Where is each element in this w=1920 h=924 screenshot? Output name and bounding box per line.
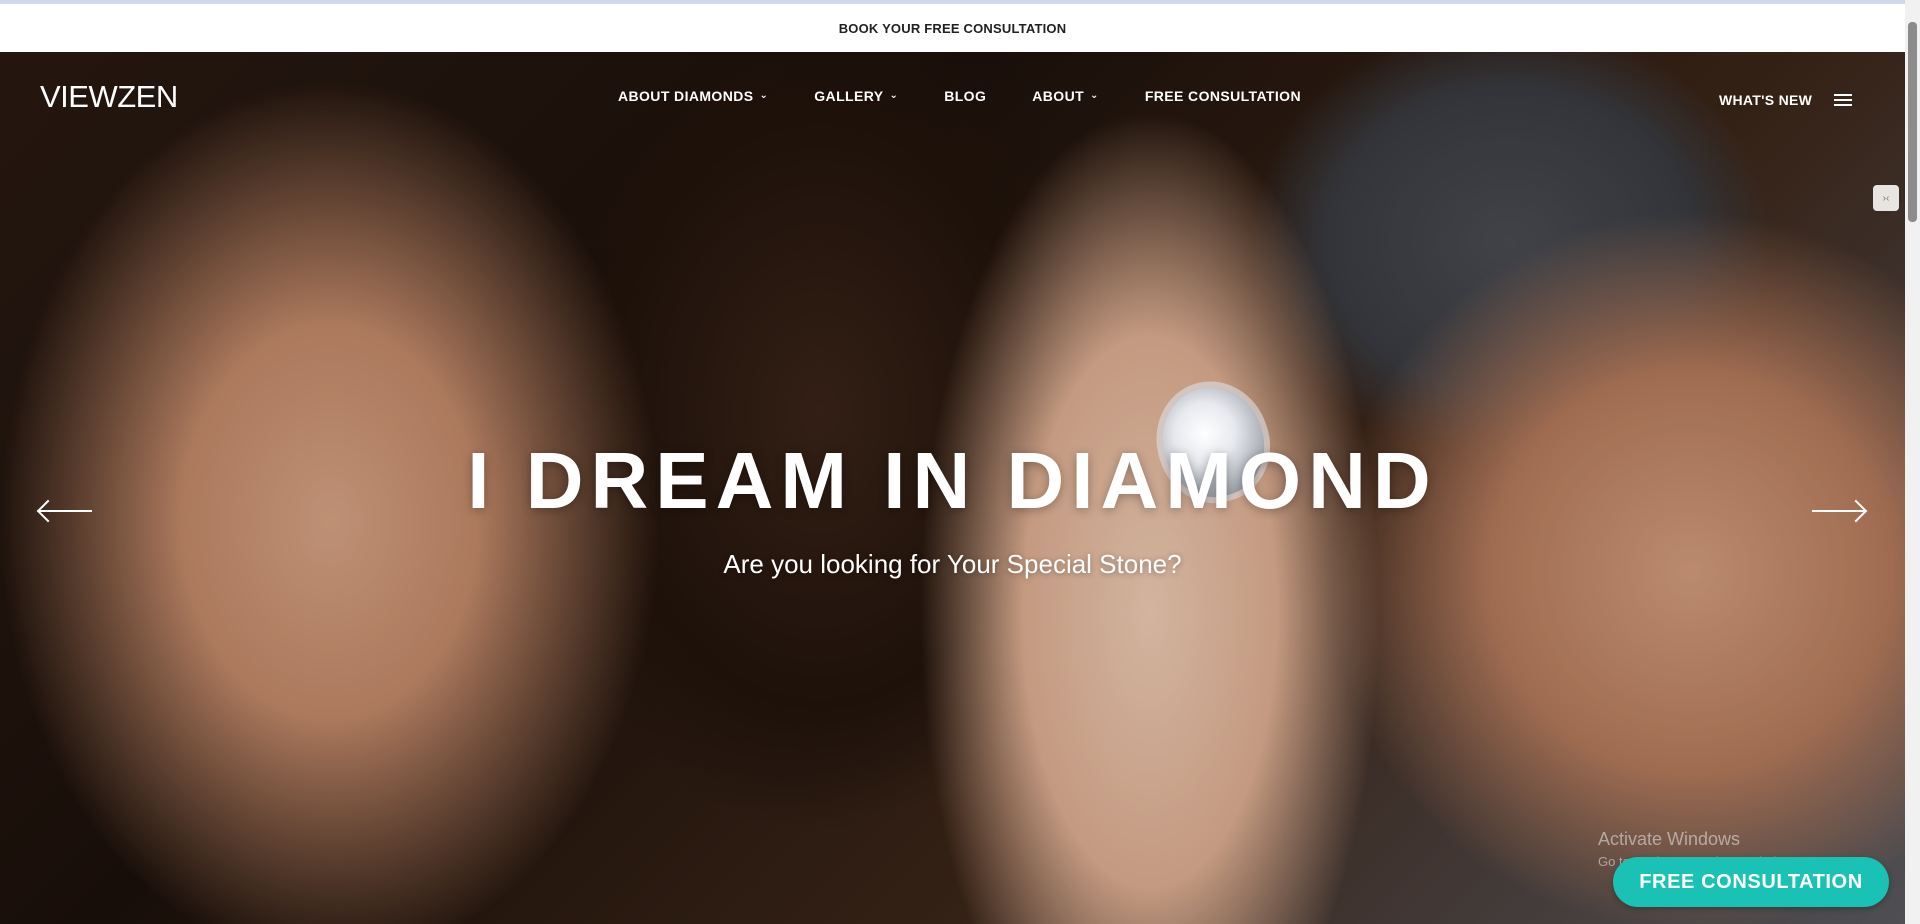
nav-item-label: ABOUT DIAMONDS — [618, 88, 754, 104]
book-consultation-link[interactable]: BOOK YOUR FREE CONSULTATION — [839, 21, 1067, 36]
announcement-bar: BOOK YOUR FREE CONSULTATION — [0, 4, 1905, 52]
nav-item-free-consultation[interactable]: FREE CONSULTATION — [1145, 88, 1301, 104]
nav-item-gallery[interactable]: GALLERY ⌄ — [814, 88, 898, 104]
chat-widget-icon[interactable]: ›‹ — [1873, 185, 1899, 211]
main-nav: ABOUT DIAMONDS ⌄ GALLERY ⌄ BLOG ABOUT ⌄ … — [618, 88, 1347, 104]
nav-item-label: BLOG — [944, 88, 987, 104]
nav-item-about-diamonds[interactable]: ABOUT DIAMONDS ⌄ — [618, 88, 768, 104]
nav-item-label: GALLERY — [814, 88, 884, 104]
nav-item-label: FREE CONSULTATION — [1144, 88, 1301, 104]
whats-new-menu[interactable]: WHAT'S NEW — [1719, 91, 1853, 109]
page-scrollbar[interactable] — [1905, 0, 1920, 924]
whats-new-label: WHAT'S NEW — [1719, 92, 1813, 108]
chevron-down-icon: ⌄ — [1090, 89, 1099, 101]
scrollbar-thumb[interactable] — [1908, 22, 1917, 222]
watermark-title: Activate Windows — [1598, 829, 1741, 849]
nav-item-about[interactable]: ABOUT ⌄ — [1032, 88, 1099, 104]
nav-item-blog[interactable]: BLOG — [944, 88, 986, 104]
hamburger-icon[interactable] — [1834, 91, 1853, 109]
chevron-down-icon: ⌄ — [759, 89, 769, 101]
brand-logo[interactable]: VIEWZEN — [40, 79, 178, 115]
hero-subheadline: Are you looking for Your Special Stone? — [723, 549, 1182, 579]
hero-headline: I DREAM IN DIAMOND — [467, 436, 1438, 525]
nav-item-label: ABOUT — [1032, 88, 1085, 104]
free-consultation-button[interactable]: FREE CONSULTATION — [1613, 857, 1889, 907]
chevron-down-icon: ⌄ — [889, 89, 899, 101]
